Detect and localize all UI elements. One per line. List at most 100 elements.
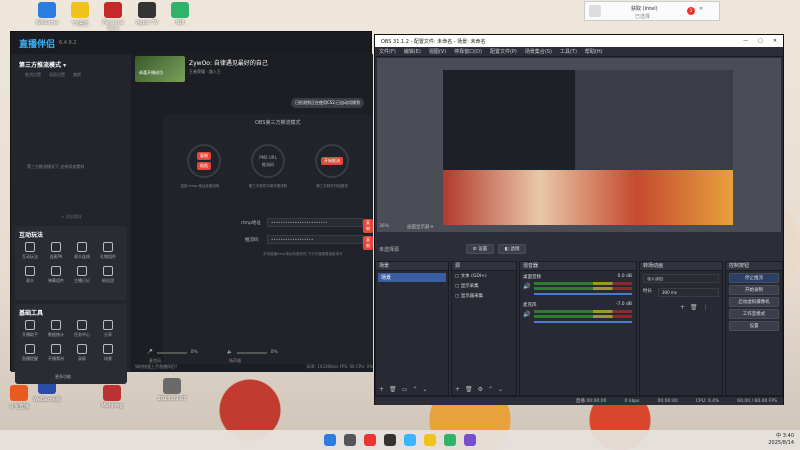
menu-profile[interactable]: 配置文件(P)	[490, 48, 517, 55]
trash-icon[interactable]: 🗑	[690, 304, 698, 311]
tab-picture[interactable]: 画面设置	[49, 72, 65, 78]
start-icon[interactable]	[324, 434, 336, 446]
add-source-button[interactable]: + 添加素材	[61, 214, 82, 220]
obs-icon[interactable]	[384, 434, 396, 446]
down-icon[interactable]: ⌄	[498, 386, 503, 393]
menu-file[interactable]: 文件(F)	[379, 48, 396, 55]
tool-gift[interactable]: 礼物组件	[97, 242, 119, 260]
properties-button[interactable]: ⚙ 设置	[466, 244, 494, 254]
desktop-icon-yy[interactable]: YY语音	[63, 2, 97, 27]
tab-stream[interactable]: 推流设置	[25, 72, 41, 78]
desktop-icon-ndi[interactable]: NDI	[163, 2, 197, 26]
down-icon[interactable]: ⌄	[422, 386, 427, 393]
stream-category[interactable]: 王者荣耀 · 路人王	[189, 69, 221, 75]
up-icon[interactable]: ⌃	[412, 386, 417, 393]
obs-preview[interactable]: 36% 画面显示器 ▾	[377, 58, 781, 232]
live-assistant-icon[interactable]	[404, 434, 416, 446]
desktop-icon-appletv[interactable]: Apple TV	[130, 2, 164, 26]
desktop-icon-folder[interactable]: 2025.09.07	[155, 378, 189, 402]
chat-icon[interactable]	[444, 434, 456, 446]
menu-scene-collection[interactable]: 场景集合(S)	[525, 48, 552, 55]
up-icon[interactable]: ⌃	[488, 386, 493, 393]
desktop-icon-wegame[interactable]: WeGame	[30, 2, 64, 26]
settings-button[interactable]: 设置	[729, 321, 779, 331]
duration-input[interactable]: 300 ms	[658, 288, 719, 297]
menu-edit[interactable]: 编辑(E)	[404, 48, 421, 55]
tool-helper[interactable]: 开播助手	[19, 320, 41, 338]
source-item[interactable]: ▢ 显示采集	[452, 281, 516, 291]
filters-button[interactable]: ◧ 滤镜	[498, 244, 526, 254]
copy-rtmp-button[interactable]: 复制	[363, 219, 373, 233]
tool-interaction[interactable]: 互动玩法	[19, 242, 41, 260]
tool-diary[interactable]: 主播日记	[71, 266, 93, 284]
mic-icon[interactable]: 🔊	[523, 311, 530, 318]
menu-tools[interactable]: 工具(T)	[560, 48, 577, 55]
paste-step-button[interactable]: 粘贴	[197, 162, 211, 170]
rec-time: 00:00:00	[657, 398, 678, 404]
mixer-desktop-slider[interactable]	[534, 293, 632, 295]
studio-mode-button[interactable]: 工作室模式	[729, 309, 779, 319]
trash-icon[interactable]: 🗑	[465, 386, 473, 393]
tool-share[interactable]: 分享	[97, 320, 119, 338]
add-icon[interactable]: +	[680, 304, 685, 311]
folder-icon[interactable]	[424, 434, 436, 446]
search-icon[interactable]	[344, 434, 356, 446]
system-tray[interactable]: 中 3:40 2025/8/14	[768, 433, 794, 447]
zoom-level[interactable]: 36%	[379, 224, 389, 229]
close-icon[interactable]: ✕	[773, 38, 777, 44]
add-icon[interactable]: +	[455, 386, 460, 393]
stream-key-field[interactable]: ••••••••••••••••••	[267, 235, 363, 244]
mic-control[interactable]: 🎤 0%	[147, 350, 198, 355]
tool-fans[interactable]: 粉丝团	[97, 266, 119, 284]
obs-cpu: CPU: 0.4%	[695, 398, 720, 404]
filter-icon[interactable]: ▭	[402, 386, 408, 393]
speaker-control[interactable]: 🔈 0%	[227, 350, 278, 355]
tool-record[interactable]: 录屏	[71, 344, 93, 362]
desktop-icon-personal[interactable]: Personal Deal	[96, 2, 130, 32]
transition-select[interactable]: 淡入淡出	[643, 274, 719, 283]
source-item[interactable]: ▢ 显示器采集	[452, 291, 516, 301]
more-icon[interactable]: ⋮	[703, 304, 709, 311]
start-recording-button[interactable]: 开始录制	[729, 285, 779, 295]
add-icon[interactable]: +	[379, 386, 384, 393]
start-stream-step-button[interactable]: 开始推流	[321, 157, 343, 165]
menu-view[interactable]: 视图(V)	[429, 48, 446, 55]
trash-icon[interactable]: 🗑	[389, 386, 397, 393]
tool-danmaku[interactable]: 弹幕组件	[45, 266, 67, 284]
gear-icon[interactable]: ⚙	[478, 386, 483, 393]
canvas-selector[interactable]: 画面显示器 ▾	[407, 224, 433, 230]
tool-audience-link[interactable]: 观众连线	[71, 242, 93, 260]
tool-reminder[interactable]: 直播提醒	[19, 344, 41, 362]
tool-assets[interactable]: 开播素材	[45, 344, 67, 362]
tab-beauty[interactable]: 美颜	[73, 72, 81, 78]
help-link[interactable]: 如何快速上手直播伴侣?	[135, 364, 177, 370]
scene-item[interactable]: 场景	[378, 273, 446, 282]
source-item[interactable]: ▢ 文本 (GDI+)	[452, 271, 516, 281]
desktop-icon-mahjong[interactable]: Mahjong	[95, 385, 129, 409]
stop-stream-button[interactable]: 停止推流	[729, 273, 779, 283]
tool-pk[interactable]: 连麦PK	[45, 242, 67, 260]
more-features-button[interactable]: 更多功能	[55, 374, 71, 380]
minimize-icon[interactable]: —	[743, 38, 748, 44]
mixer-mic-db: -7.0 dB	[615, 302, 632, 307]
notification-popup[interactable]: 获取 (Intel) 已选择 1 ✕	[584, 1, 720, 21]
mode-selector[interactable]: 第三方推流模式 ▾	[19, 60, 66, 69]
copy-key-button[interactable]: 复制	[363, 236, 373, 250]
maximize-icon[interactable]: ▢	[758, 38, 763, 44]
tool-tasks[interactable]: 任务中心	[71, 320, 93, 338]
browser-icon[interactable]	[464, 434, 476, 446]
menu-docks[interactable]: 停靠窗口(D)	[454, 48, 482, 55]
ime-indicator[interactable]: 中	[776, 433, 781, 439]
mixer-mic-slider[interactable]	[534, 321, 632, 323]
virtual-camera-button[interactable]: 启动虚拟摄像机	[729, 297, 779, 307]
rtmp-field[interactable]: ••••••••••••••••••••••••	[267, 218, 363, 227]
close-icon[interactable]: ✕	[699, 6, 703, 12]
tool-stats[interactable]: 数据统计	[45, 320, 67, 338]
speaker-icon[interactable]: 🔊	[523, 283, 530, 290]
menu-help[interactable]: 帮助(H)	[585, 48, 603, 55]
tool-scene[interactable]: 场景	[97, 344, 119, 362]
tool-audience[interactable]: 观众	[19, 266, 41, 284]
desktop-icon-douyu[interactable]: 斗鱼直播	[2, 385, 36, 410]
app-icon[interactable]	[364, 434, 376, 446]
copy-step-button[interactable]: 复制	[197, 152, 211, 160]
